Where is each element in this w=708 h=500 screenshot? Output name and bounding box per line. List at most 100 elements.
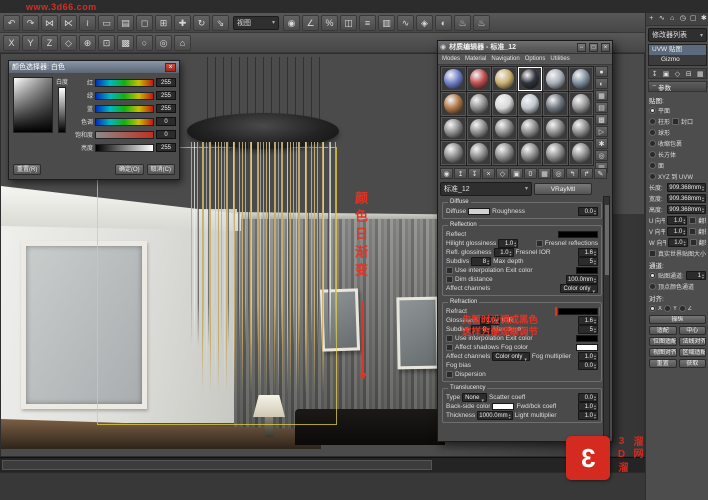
tab-hierarchy-icon[interactable]: ⌂ [668, 13, 677, 24]
spinner[interactable]: 1.0 [578, 402, 598, 411]
checkbox[interactable] [446, 344, 453, 351]
spinner[interactable]: 0.0 [578, 393, 598, 402]
radio[interactable] [649, 151, 656, 158]
color-slider[interactable] [95, 144, 154, 152]
maximize-icon[interactable] [589, 43, 598, 52]
time-slider[interactable] [2, 460, 432, 470]
minimize-icon[interactable] [577, 43, 586, 52]
button[interactable]: 获取 [679, 359, 707, 368]
select-object-icon[interactable]: ▭ [98, 15, 115, 31]
material-sample-slot[interactable] [543, 117, 568, 141]
put-to-library-icon[interactable]: ▣ [510, 168, 523, 179]
make-unique-icon[interactable]: ◇ [673, 69, 682, 80]
spinner-arrows-icon[interactable] [702, 196, 704, 202]
material-editor-icon[interactable]: ◐ [435, 15, 452, 31]
restrict-plane-icon[interactable]: ◇ [60, 35, 77, 51]
checkbox[interactable] [446, 371, 453, 378]
diffuse-color-swatch[interactable] [468, 208, 490, 215]
spinner[interactable]: 909.368mm [667, 194, 706, 203]
spinner-arrows-icon[interactable] [684, 240, 686, 246]
reset-map-icon[interactable]: × [482, 168, 495, 179]
track-bar[interactable] [0, 457, 645, 472]
reflect-color-swatch[interactable] [558, 231, 598, 238]
material-sample-slot[interactable] [467, 141, 492, 165]
spinner[interactable]: 1.6 [578, 316, 598, 325]
material-editor-titlebar[interactable]: ◉ 材质编辑器 - 标准_12 [438, 41, 612, 54]
assign-material-to-selection-icon[interactable]: ↧ [468, 168, 481, 179]
reset-button[interactable]: 重置(R) [13, 164, 41, 175]
checkbox[interactable] [446, 335, 453, 342]
color-slider[interactable] [95, 79, 154, 87]
schematic-view-icon[interactable]: ◈ [416, 15, 433, 31]
color-slider[interactable] [95, 118, 154, 126]
modifier-stack-item[interactable]: UVW 贴图 [649, 45, 706, 55]
spinner[interactable]: 1.0 [667, 227, 687, 236]
spinner-arrows-icon[interactable] [487, 259, 489, 265]
unlink-selection-icon[interactable]: ⋉ [60, 15, 77, 31]
reference-coordinate-combo[interactable]: 视图 [233, 16, 279, 30]
radio[interactable] [649, 162, 656, 169]
spinner-arrows-icon[interactable] [683, 229, 685, 235]
modifier-list-dropdown[interactable]: 修改器列表 [648, 28, 707, 42]
show-map-in-viewport-icon[interactable]: ▦ [538, 168, 551, 179]
make-preview-icon[interactable]: ▷ [595, 126, 608, 137]
put-material-to-scene-icon[interactable]: ↥ [454, 168, 467, 179]
background-icon[interactable]: ▦ [595, 90, 608, 101]
center-view-icon[interactable]: ◎ [155, 35, 172, 51]
material-sample-slot[interactable] [569, 141, 594, 165]
spinner[interactable]: 0.0 [578, 207, 598, 216]
spinner-arrows-icon[interactable] [594, 354, 596, 360]
value-field[interactable]: 255 [156, 143, 176, 152]
checkbox[interactable] [689, 217, 696, 224]
material-type-button[interactable]: VRayMtl [534, 183, 592, 195]
spinner[interactable]: 1.0 [578, 352, 598, 361]
sample-type-icon[interactable]: ● [595, 66, 608, 77]
exit-color-swatch[interactable] [576, 267, 598, 274]
spinner-arrows-icon[interactable] [594, 259, 596, 265]
material-sample-slot[interactable] [518, 117, 543, 141]
button[interactable]: 位图适配 [649, 337, 677, 346]
tab-create-icon[interactable]: + [647, 13, 656, 24]
refract-color-swatch[interactable] [558, 308, 598, 315]
spinner[interactable]: 8 [471, 257, 491, 266]
material-sample-slot[interactable] [441, 67, 466, 91]
value-field[interactable]: 0 [156, 130, 176, 139]
spinner[interactable]: 1000.0mm [477, 411, 512, 420]
value-field[interactable]: 255 [156, 78, 176, 87]
radio[interactable] [649, 305, 656, 312]
spinner[interactable]: 1.0 [578, 411, 598, 420]
tab-utilities-icon[interactable]: ✱ [699, 13, 708, 24]
material-sample-slot[interactable] [518, 92, 543, 116]
pin-stack-icon[interactable]: ↧ [650, 69, 659, 80]
radio[interactable] [679, 305, 686, 312]
spinner-arrows-icon[interactable] [594, 209, 596, 215]
material-sample-slot[interactable] [441, 141, 466, 165]
value-field[interactable]: 255 [156, 91, 176, 100]
options-icon[interactable]: ✱ [595, 138, 608, 149]
spinner[interactable]: 1 [686, 271, 706, 280]
button[interactable]: 中心 [679, 326, 707, 335]
button[interactable]: 视图对齐 [649, 348, 677, 357]
bind-to-space-warp-icon[interactable]: ≀ [79, 15, 96, 31]
select-and-move-icon[interactable]: ✚ [174, 15, 191, 31]
material-sample-slot[interactable] [492, 141, 517, 165]
video-color-check-icon[interactable]: ▩ [595, 114, 608, 125]
tab-motion-icon[interactable]: ◷ [678, 13, 687, 24]
material-name-field[interactable]: 标准_12 [440, 182, 532, 196]
material-sample-slot[interactable] [569, 67, 594, 91]
refraction-exit-color-swatch[interactable] [576, 335, 598, 342]
modifier-stack-item[interactable]: Gizmo [649, 55, 706, 65]
make-material-copy-icon[interactable]: ◇ [496, 168, 509, 179]
value-field[interactable]: 0 [156, 117, 176, 126]
spinner-arrows-icon[interactable] [509, 413, 511, 419]
dropdown[interactable]: Color only [560, 284, 598, 293]
scrollbar-thumb[interactable] [605, 205, 609, 275]
undo-icon[interactable]: ↶ [3, 15, 20, 31]
material-id-channel-icon[interactable]: 0 [524, 168, 537, 179]
go-to-parent-icon[interactable]: ↰ [566, 168, 579, 179]
spinner-arrows-icon[interactable] [702, 207, 704, 213]
select-and-uniform-scale-icon[interactable]: ⇘ [212, 15, 229, 31]
radio[interactable] [649, 173, 656, 180]
tab-modify-icon[interactable]: ∿ [657, 13, 666, 24]
align-icon[interactable]: ≡ [359, 15, 376, 31]
